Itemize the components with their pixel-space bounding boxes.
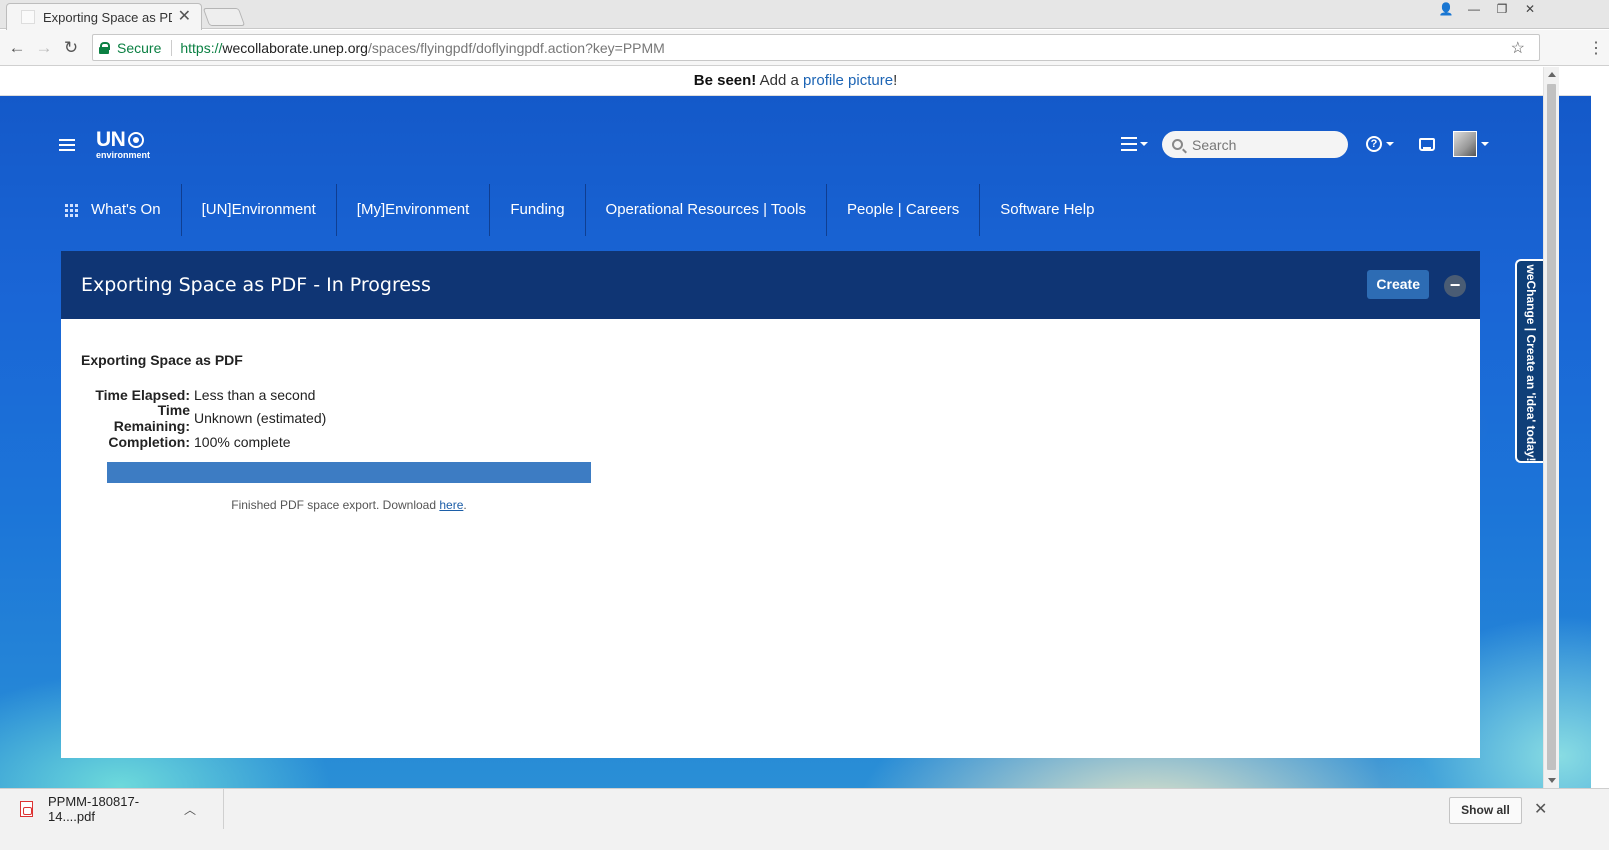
browser-tab[interactable]: Exporting Space as PDF ✕: [6, 3, 202, 30]
search-icon: [1172, 139, 1183, 150]
reload-icon[interactable]: ↻: [61, 38, 81, 58]
progress-bar-fill: [107, 462, 591, 483]
chevron-down-icon: [1386, 142, 1394, 146]
download-item[interactable]: PPMM-180817-14....pdf ︿: [0, 789, 224, 829]
tab-title: Exporting Space as PDF: [43, 9, 172, 25]
scrollbar-thumb[interactable]: [1547, 84, 1556, 770]
profile-picture-link[interactable]: profile picture: [803, 72, 893, 89]
hero-background: UN environment ? What's On [UN]Environme…: [0, 96, 1591, 788]
notifications-tray-icon[interactable]: [1419, 138, 1435, 151]
app-grid-icon: [65, 203, 78, 217]
page-title: Exporting Space as PDF - In Progress: [81, 274, 431, 296]
finished-text: Finished PDF space export. Download: [231, 498, 440, 512]
time-remaining-row: Time Remaining: Unknown (estimated): [81, 402, 327, 434]
nav-item-label: What's On: [91, 201, 161, 218]
list-menu-icon[interactable]: [1121, 137, 1137, 151]
un-environment-logo[interactable]: UN environment: [96, 128, 150, 160]
completion-label: Completion:: [108, 433, 190, 450]
create-button[interactable]: Create: [1367, 270, 1429, 299]
announcement-text: Add a: [756, 72, 804, 89]
nav-item-my-environment[interactable]: [My]Environment: [337, 184, 491, 236]
finished-message: Finished PDF space export. Download here…: [107, 498, 591, 512]
completion-row: Completion: 100% complete: [81, 430, 326, 454]
logo-main-text: UN: [96, 128, 126, 151]
forward-arrow-icon[interactable]: →: [34, 38, 54, 58]
download-file-name: PPMM-180817-14....pdf: [48, 794, 140, 824]
logo-sub-text: environment: [96, 150, 151, 160]
close-window-button[interactable]: ✕: [1516, 0, 1544, 18]
close-download-bar-icon[interactable]: ✕: [1534, 799, 1547, 819]
url-path: /spaces/flyingpdf/doflyingpdf.action?key…: [367, 39, 665, 56]
globe-icon: [128, 132, 145, 148]
export-details: Time Elapsed: Less than a second Time Re…: [81, 383, 326, 454]
announcement-end: !: [893, 72, 898, 89]
nav-item-software-help[interactable]: Software Help: [980, 184, 1114, 236]
chevron-down-icon: [1140, 142, 1148, 146]
collapse-icon[interactable]: −: [1444, 275, 1466, 297]
address-toolbar: ← → ↻ Secure https://wecollaborate.unep.…: [0, 30, 1609, 66]
nav-item-operational-resources[interactable]: Operational Resources | Tools: [586, 184, 827, 236]
url-scheme: https://: [180, 39, 223, 56]
export-progress-panel: Exporting Space as PDF Time Elapsed: Les…: [61, 319, 1480, 758]
new-tab-button[interactable]: [202, 8, 246, 26]
secure-label: Secure: [117, 39, 173, 56]
profile-icon[interactable]: 👤: [1432, 0, 1460, 18]
export-heading: Exporting Space as PDF: [81, 352, 243, 368]
download-here-link[interactable]: here: [439, 498, 463, 512]
show-all-button[interactable]: Show all: [1449, 797, 1522, 824]
progress-bar: [107, 462, 591, 483]
time-remaining-label: Time Remaining:: [113, 402, 190, 435]
feedback-tab-label: weChange | Create an 'idea' today!: [1524, 264, 1538, 462]
restore-button[interactable]: ❐: [1488, 0, 1516, 18]
announcement-banner: Be seen! Add a profile picture!: [0, 67, 1591, 96]
completion-value: 100% complete: [194, 433, 291, 450]
nav-item-whats-on[interactable]: What's On: [59, 184, 182, 236]
finished-end: .: [463, 498, 467, 512]
nav-item-un-environment[interactable]: [UN]Environment: [182, 184, 337, 236]
scroll-down-arrow-icon[interactable]: [1548, 778, 1556, 783]
bookmark-star-icon[interactable]: ☆: [1511, 38, 1525, 58]
url-host: wecollaborate.unep.org: [222, 39, 368, 56]
minimize-button[interactable]: —: [1460, 0, 1488, 18]
nav-item-funding[interactable]: Funding: [490, 184, 586, 236]
time-remaining-value: Unknown (estimated): [194, 410, 327, 427]
browser-tabstrip: Exporting Space as PDF ✕ 👤 — ❐ ✕: [0, 0, 1609, 30]
pdf-file-icon: [20, 801, 33, 817]
panel-header: Exporting Space as PDF - In Progress Cre…: [61, 251, 1480, 319]
url-bar[interactable]: Secure https://wecollaborate.unep.org/sp…: [92, 34, 1540, 61]
download-shelf: PPMM-180817-14....pdf ︿ Show all ✕: [0, 788, 1609, 850]
wechange-feedback-tab[interactable]: weChange | Create an 'idea' today!: [1515, 259, 1543, 463]
search-input[interactable]: [1192, 136, 1342, 153]
hamburger-menu-icon[interactable]: [59, 139, 75, 151]
time-elapsed-label: Time Elapsed:: [95, 386, 190, 403]
page-scrollbar[interactable]: [1543, 67, 1559, 788]
lock-icon: [99, 41, 110, 54]
page-favicon-icon: [21, 10, 35, 24]
announcement-bold: Be seen!: [693, 72, 757, 89]
browser-menu-icon[interactable]: ⋮: [1586, 38, 1606, 58]
scroll-up-arrow-icon[interactable]: [1548, 72, 1556, 77]
back-arrow-icon[interactable]: ←: [7, 38, 27, 58]
close-tab-icon[interactable]: ✕: [178, 9, 191, 25]
chevron-up-icon[interactable]: ︿: [184, 801, 196, 818]
chevron-down-icon: [1481, 142, 1489, 146]
nav-item-people-careers[interactable]: People | Careers: [827, 184, 981, 236]
url-text[interactable]: https://wecollaborate.unep.org/spaces/fl…: [180, 40, 664, 56]
window-controls: 👤 — ❐ ✕: [1432, 0, 1544, 18]
main-navigation: What's On [UN]Environment [My]Environmen…: [59, 184, 1114, 236]
time-elapsed-value: Less than a second: [194, 386, 316, 403]
search-box[interactable]: [1162, 131, 1348, 158]
avatar[interactable]: [1453, 131, 1477, 157]
help-icon[interactable]: ?: [1366, 136, 1382, 152]
